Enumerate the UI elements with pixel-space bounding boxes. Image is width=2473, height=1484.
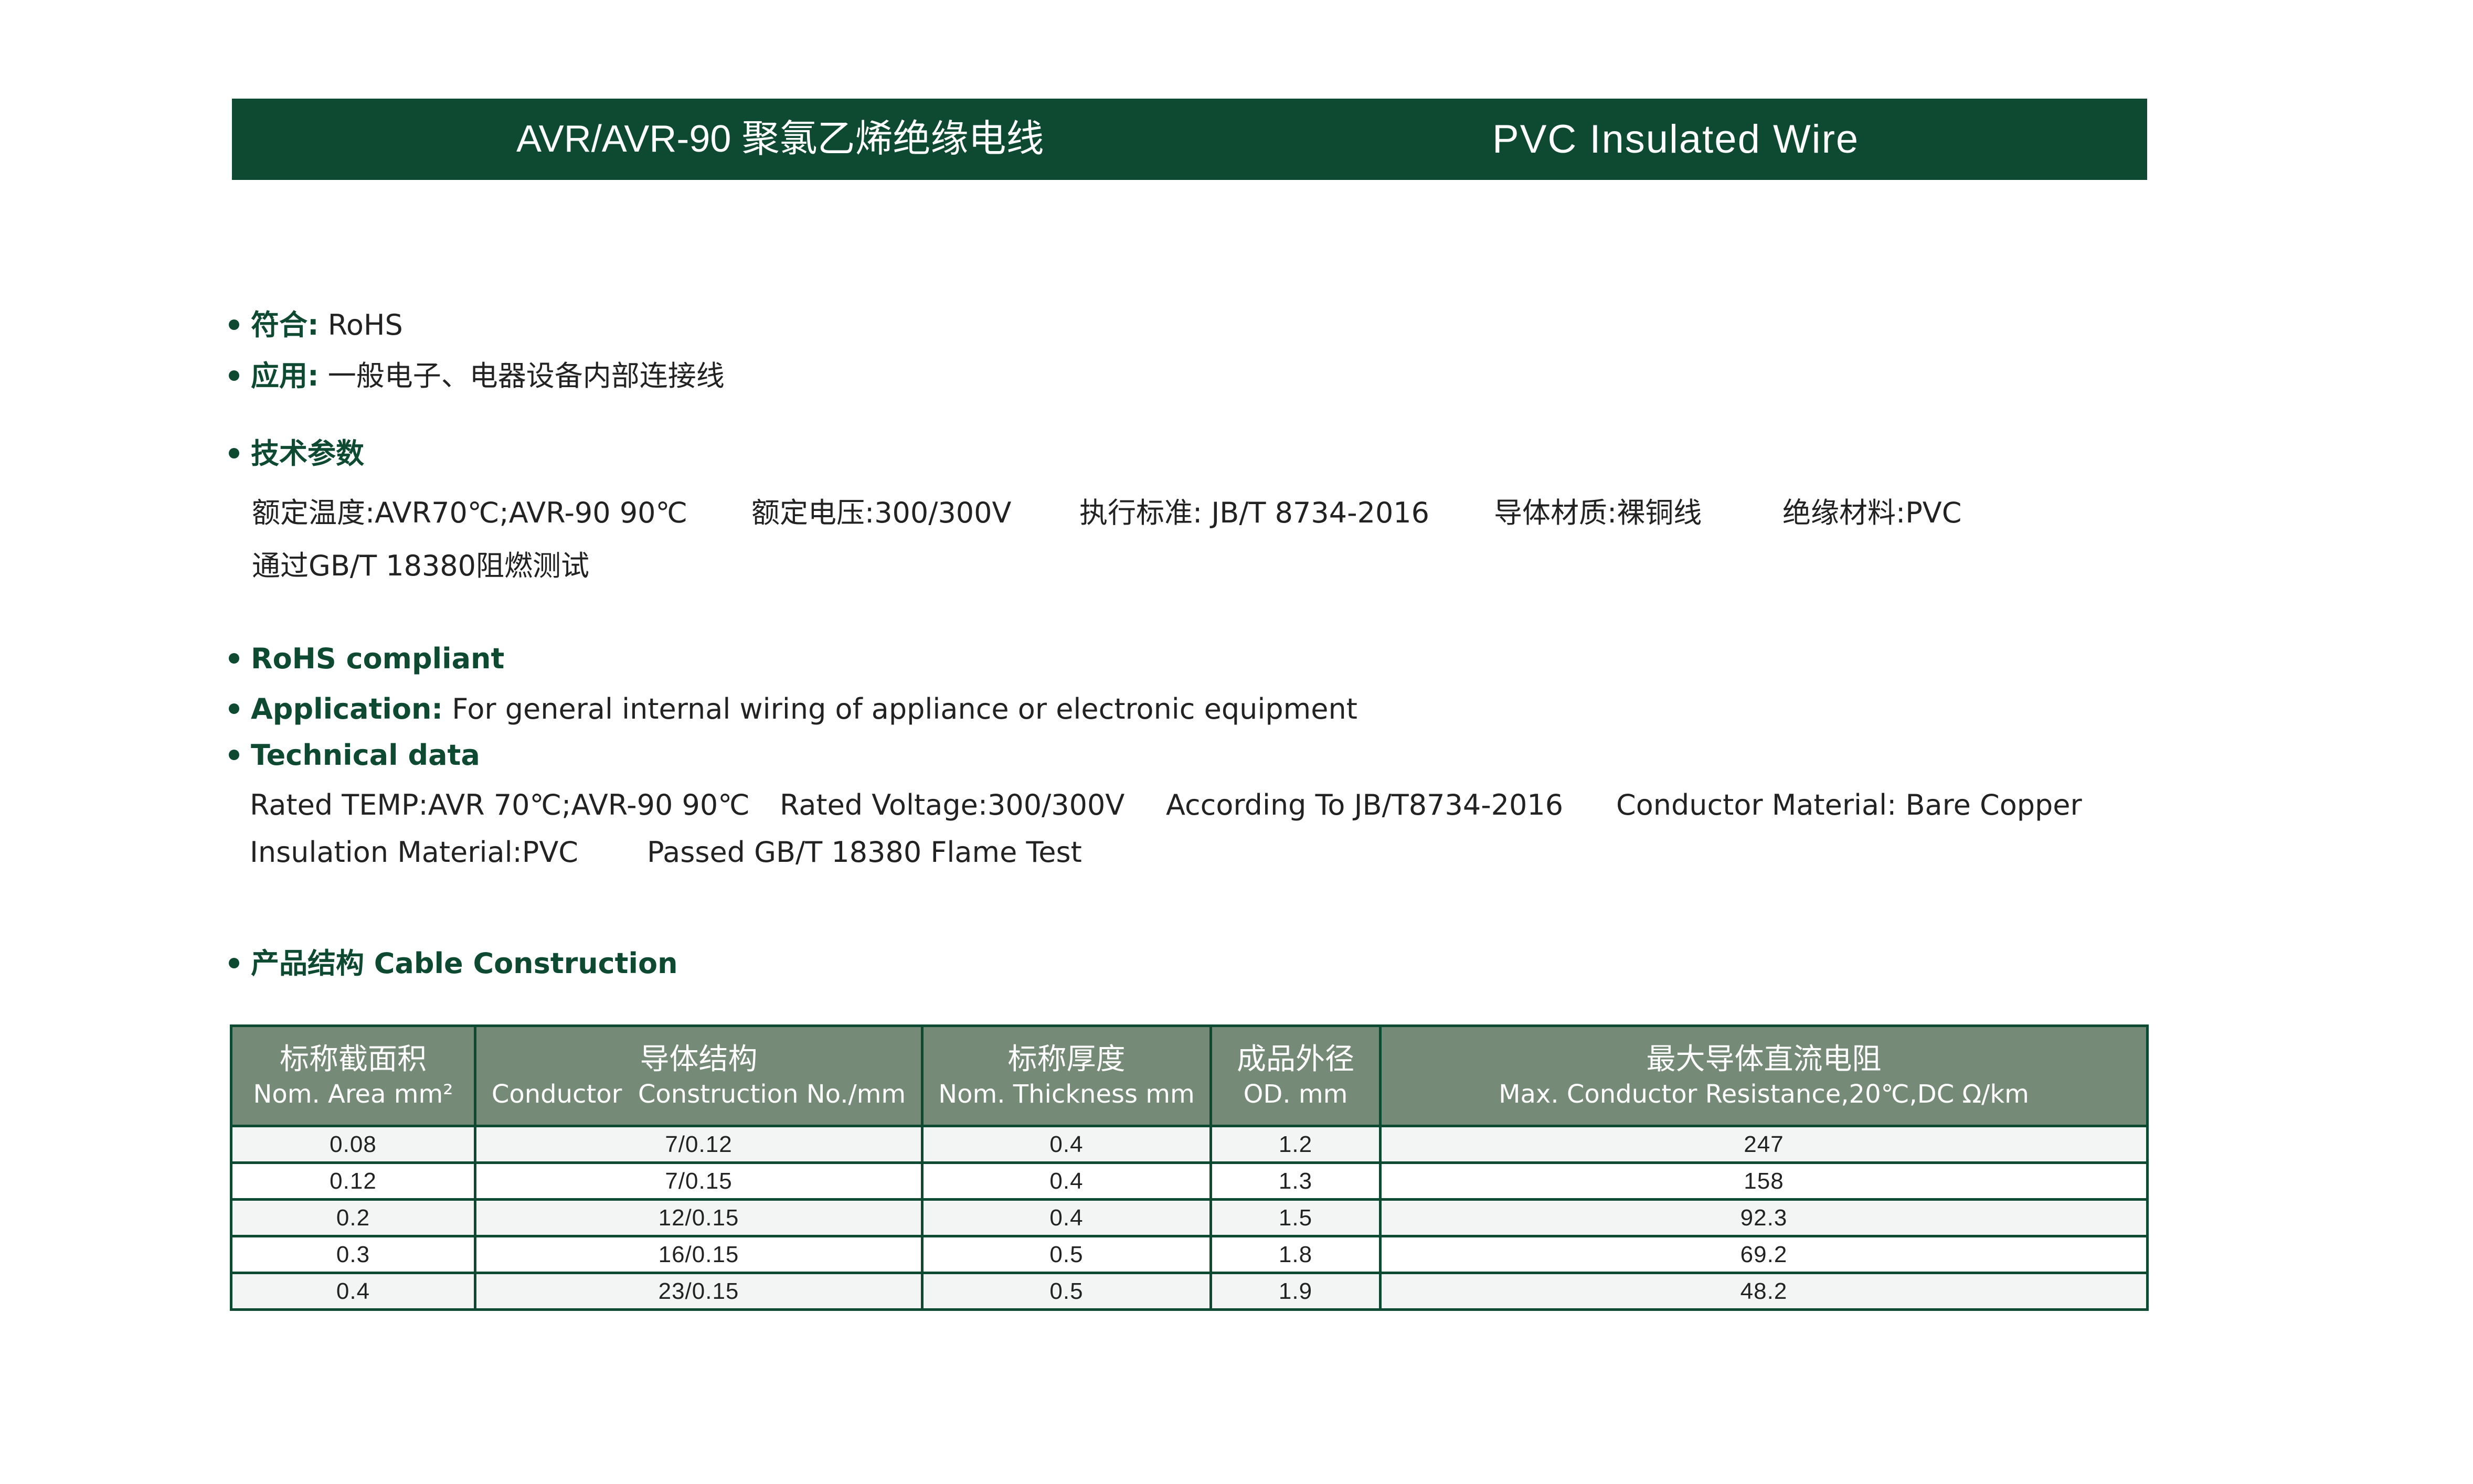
construction-heading: 产品结构 Cable Construction [229, 940, 678, 981]
header-max-resistance: 最大导体直流电阻 Max. Conductor Resistance,20℃,D… [1379, 1024, 2149, 1127]
header-en: Nom. Thickness mm [938, 1080, 1195, 1109]
cell-max-resistance: 92.3 [1379, 1198, 2149, 1237]
header-cn: 成品外径 [1237, 1042, 1354, 1076]
bullet-icon [229, 750, 239, 761]
table-row: 0.12 7/0.15 0.4 1.3 158 [230, 1161, 2149, 1201]
bullet-icon [229, 703, 239, 714]
header-conductor-construction: 导体结构 Conductor Construction No./mm [474, 1024, 924, 1127]
spec-row-cn-2: 通过GB/T 18380阻燃测试 [252, 542, 589, 584]
construction-label: 产品结构 Cable Construction [251, 947, 678, 980]
cell-nom-area: 0.4 [230, 1272, 476, 1311]
bullet-icon [229, 448, 239, 459]
table-row: 0.4 23/0.15 0.5 1.9 48.2 [230, 1272, 2149, 1311]
spec-conductor-en: Conductor Material: Bare Copper [1616, 788, 2082, 821]
cell-nom-thickness: 0.4 [921, 1125, 1212, 1164]
spec-voltage-en: Rated Voltage:300/300V [780, 788, 1125, 821]
table-row: 0.08 7/0.12 0.4 1.2 247 [230, 1125, 2149, 1164]
header-cn: 标称截面积 [280, 1042, 427, 1076]
cell-max-resistance: 48.2 [1379, 1272, 2149, 1311]
title-english: PVC Insulated Wire [1492, 117, 1860, 162]
spec-standard-cn: 执行标准: JB/T 8734-2016 [1079, 496, 1430, 529]
header-nom-thickness: 标称厚度 Nom. Thickness mm [921, 1024, 1212, 1127]
bullet-icon [229, 958, 239, 969]
cell-od: 1.2 [1209, 1125, 1382, 1164]
spec-temp-cn: 额定温度:AVR70℃;AVR-90 90℃ [252, 496, 688, 529]
application-value-en: For general internal wiring of appliance… [452, 692, 1357, 725]
cell-conductor-construction: 7/0.15 [474, 1161, 924, 1201]
application-line-en: Application: For general internal wiring… [229, 692, 1357, 725]
tech-label-cn: 技术参数 [251, 437, 364, 470]
cell-nom-thickness: 0.4 [921, 1198, 1212, 1237]
spec-voltage-cn: 额定电压:300/300V [751, 496, 1012, 529]
spec-insulation-cn: 绝缘材料:PVC [1782, 496, 1962, 529]
spec-standard-en: According To JB/T8734-2016 [1166, 788, 1564, 821]
header-cn: 导体结构 [640, 1042, 758, 1076]
cell-od: 1.8 [1209, 1235, 1382, 1274]
header-en: OD. mm [1243, 1080, 1348, 1109]
cell-nom-area: 0.08 [230, 1125, 476, 1164]
cell-od: 1.3 [1209, 1161, 1382, 1201]
table-row: 0.2 12/0.15 0.4 1.5 92.3 [230, 1198, 2149, 1237]
header-en: Conductor Construction No./mm [491, 1080, 906, 1109]
cell-nom-area: 0.3 [230, 1235, 476, 1274]
cell-nom-thickness: 0.5 [921, 1272, 1212, 1311]
cell-nom-area: 0.12 [230, 1161, 476, 1201]
construction-table-wrap: 标称截面积 Nom. Area mm² 导体结构 Conductor Const… [230, 1024, 2149, 1311]
bullet-icon [229, 653, 239, 664]
cell-nom-thickness: 0.5 [921, 1235, 1212, 1274]
cell-od: 1.9 [1209, 1272, 1382, 1311]
cell-conductor-construction: 16/0.15 [474, 1235, 924, 1274]
bullet-icon [229, 319, 239, 330]
application-line-cn: 应用: 一般电子、电器设备内部连接线 [229, 353, 725, 394]
header-cn: 标称厚度 [1007, 1042, 1126, 1076]
title-banner: AVR/AVR-90 聚氯乙烯绝缘电线 PVC Insulated Wire [232, 99, 2147, 180]
spec-temp-en: Rated TEMP:AVR 70℃;AVR-90 90℃ [250, 788, 750, 821]
cell-conductor-construction: 23/0.15 [474, 1272, 924, 1311]
rohs-line-en: RoHS compliant [229, 642, 504, 675]
tech-heading-en: Technical data [229, 739, 480, 772]
cell-max-resistance: 158 [1379, 1161, 2149, 1201]
header-en: Max. Conductor Resistance,20℃,DC Ω/km [1499, 1080, 2029, 1109]
comply-label: 符合: [251, 308, 319, 341]
header-en: Nom. Area mm² [253, 1080, 453, 1109]
spec-flame-test-en: Passed GB/T 18380 Flame Test [647, 836, 1082, 869]
table-header-row: 标称截面积 Nom. Area mm² 导体结构 Conductor Const… [230, 1024, 2149, 1127]
application-label-cn: 应用: [251, 359, 319, 392]
title-chinese: AVR/AVR-90 聚氯乙烯绝缘电线 [516, 118, 1044, 160]
cell-od: 1.5 [1209, 1198, 1382, 1237]
tech-label-en: Technical data [251, 739, 480, 772]
spec-conductor-cn: 导体材质:裸铜线 [1494, 496, 1702, 529]
comply-value: RoHS [327, 308, 403, 341]
comply-line: 符合: RoHS [229, 302, 403, 343]
header-nom-area: 标称截面积 Nom. Area mm² [230, 1024, 476, 1127]
spec-insulation-en: Insulation Material:PVC [250, 836, 578, 869]
header-od: 成品外径 OD. mm [1209, 1024, 1382, 1127]
cell-nom-thickness: 0.4 [921, 1161, 1212, 1201]
cell-nom-area: 0.2 [230, 1198, 476, 1237]
construction-table: 标称截面积 Nom. Area mm² 导体结构 Conductor Const… [230, 1024, 2149, 1311]
application-value-cn: 一般电子、电器设备内部连接线 [327, 359, 725, 392]
cell-max-resistance: 247 [1379, 1125, 2149, 1164]
cell-max-resistance: 69.2 [1379, 1235, 2149, 1274]
rohs-label-en: RoHS compliant [251, 642, 505, 675]
header-cn: 最大导体直流电阻 [1646, 1042, 1882, 1076]
cell-conductor-construction: 7/0.12 [474, 1125, 924, 1164]
tech-heading-cn: 技术参数 [229, 430, 364, 472]
table-row: 0.3 16/0.15 0.5 1.8 69.2 [230, 1235, 2149, 1274]
bullet-icon [229, 370, 239, 381]
application-label-en: Application: [251, 692, 443, 725]
cell-conductor-construction: 12/0.15 [474, 1198, 924, 1237]
spec-flame-test-cn: 通过GB/T 18380阻燃测试 [252, 549, 590, 582]
